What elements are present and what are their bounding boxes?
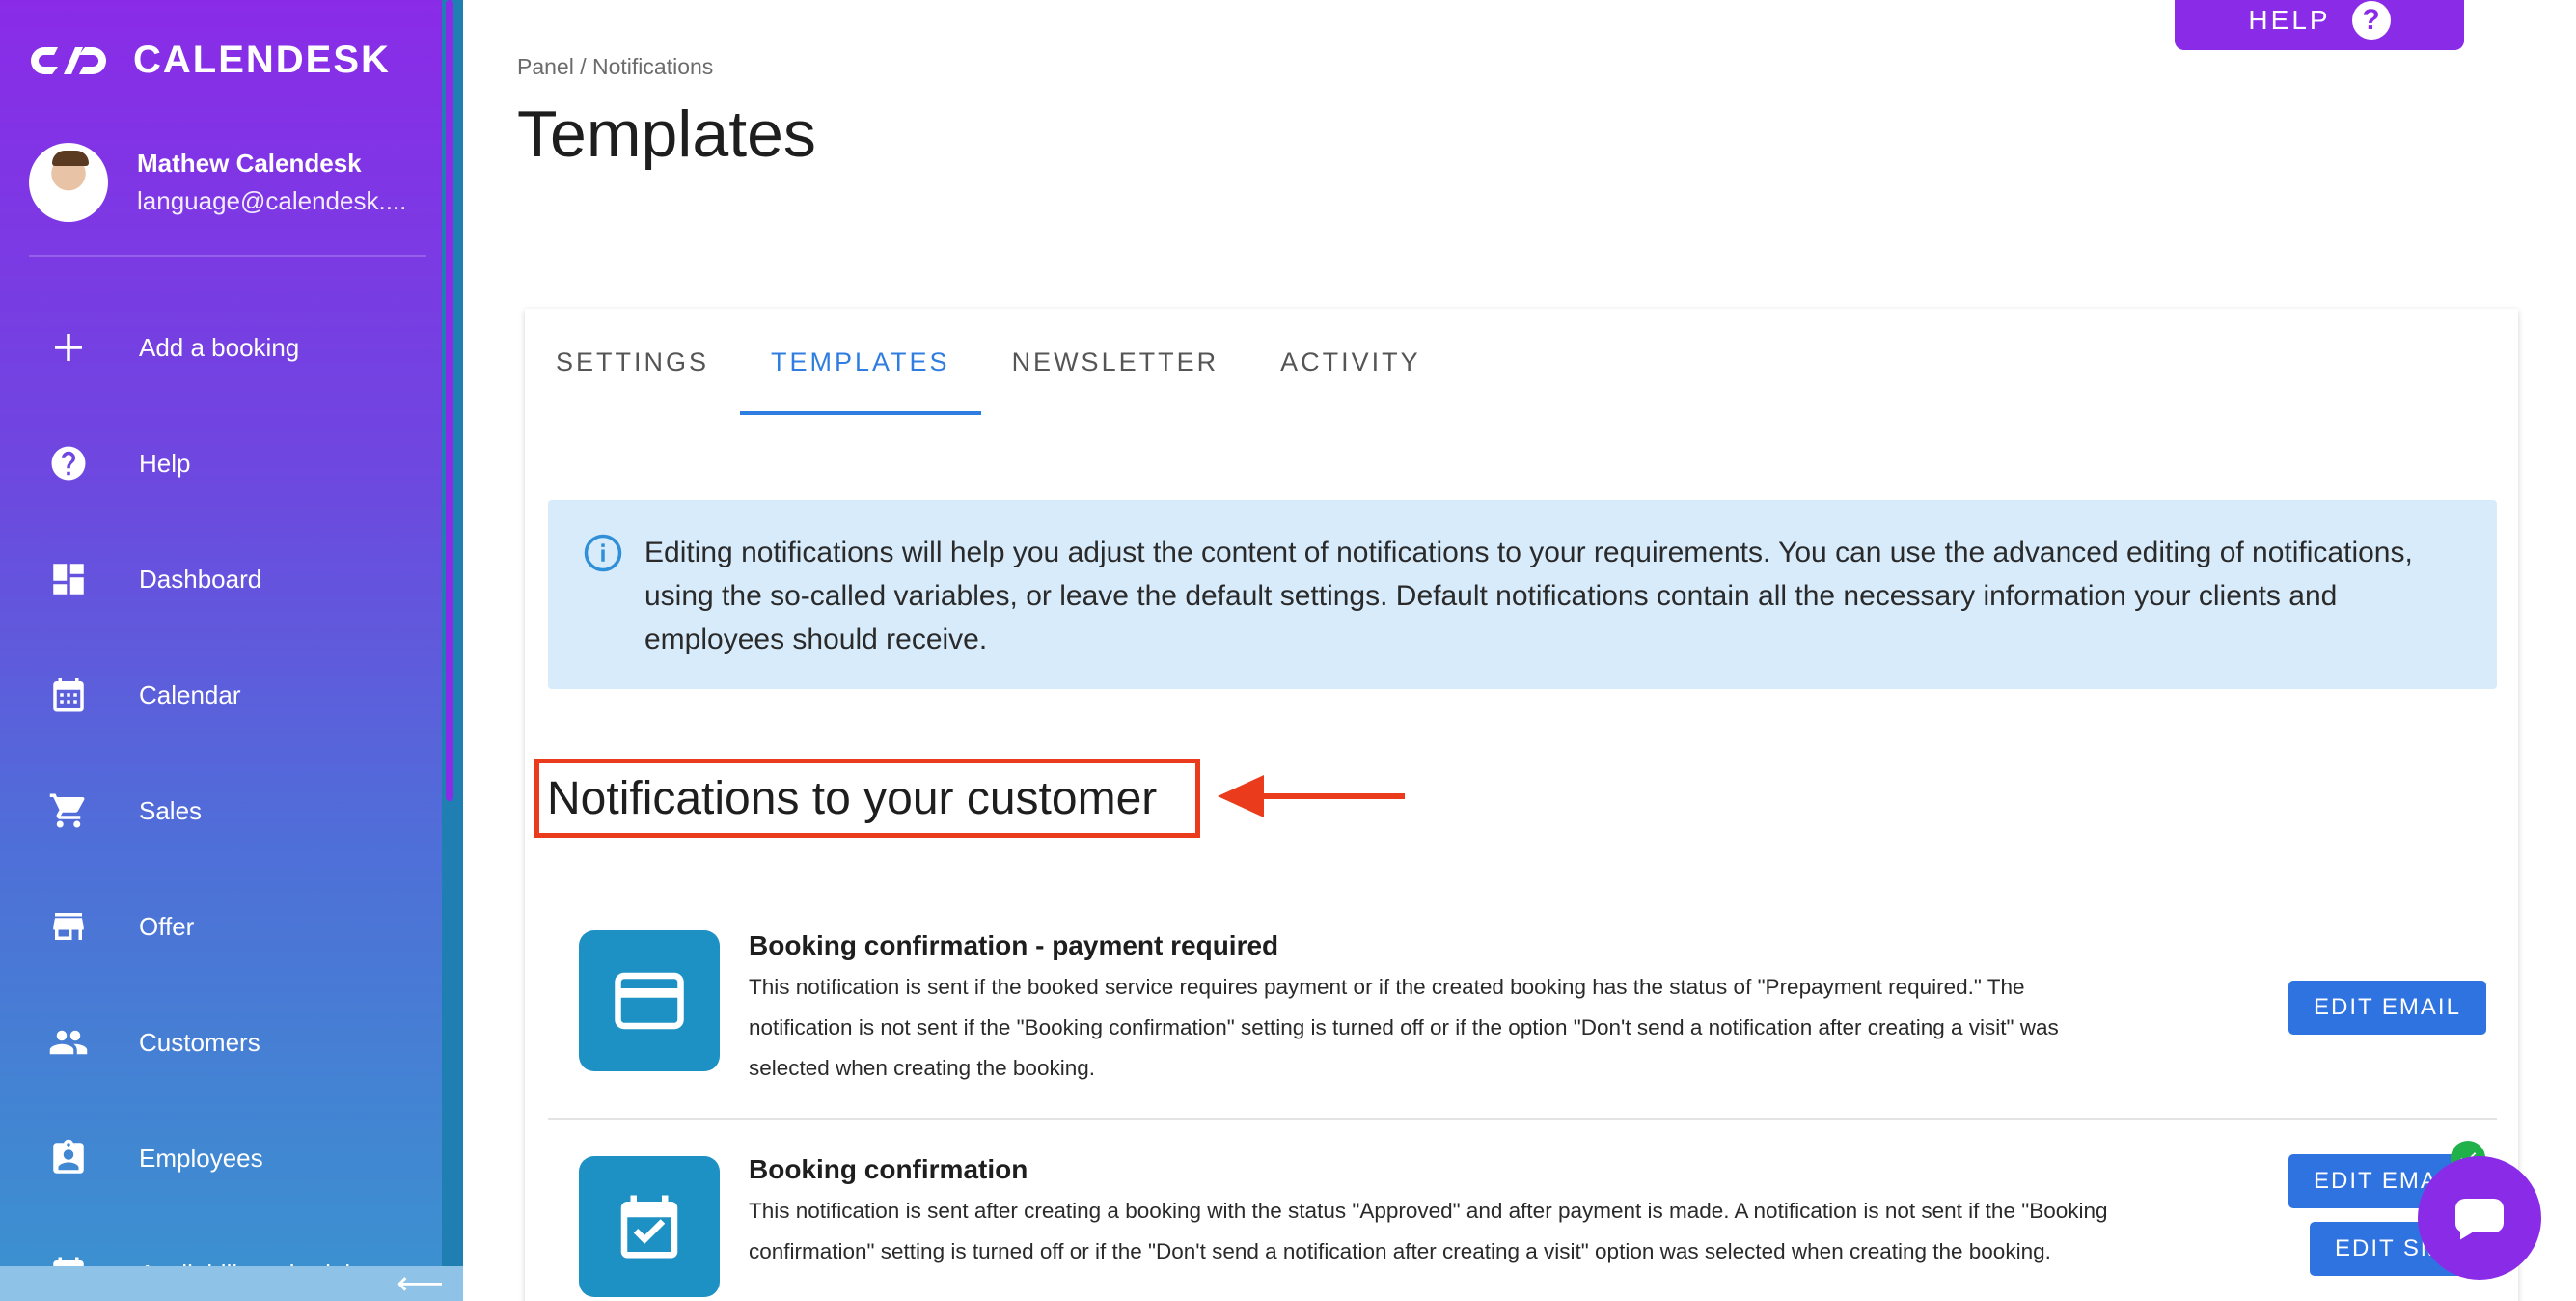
calendesk-logo-icon [31,46,106,74]
people-icon [46,1020,91,1065]
brand-name: CALENDESK [133,39,391,81]
sidebar-item-employees[interactable]: Employees [0,1100,442,1216]
notification-title: Booking confirmation [749,1154,1028,1184]
help-circle-icon [46,441,91,485]
help-button-label: HELP [2248,5,2331,35]
sidebar-item-label: Calendar [139,679,241,709]
help-button[interactable]: HELP ? [2175,0,2464,50]
info-icon [584,534,622,572]
sidebar-item-label: Sales [139,795,203,825]
sidebar-collapse-button[interactable]: ⟵ [0,1266,463,1301]
sidebar-item-label: Customers [139,1027,260,1057]
sidebar-item-label: Help [139,448,191,478]
arrow-left-icon: ⟵ [397,1265,444,1301]
calendar-check-icon [579,1156,720,1297]
cart-icon [46,789,91,833]
badge-icon [46,1136,91,1180]
edit-email-button[interactable]: EDIT EMAIL [2288,981,2486,1035]
avatar [29,143,108,222]
store-icon [46,904,91,949]
sidebar: CALENDESK Mathew Calendesk language@cale… [0,0,442,1301]
sidebar-item-add-booking[interactable]: Add a booking [0,290,442,405]
info-alert: Editing notifications will help you adju… [548,500,2497,689]
sidebar-item-offer[interactable]: Offer [0,869,442,984]
sidebar-nav: Add a booking Help Dashboard Calendar Sa… [0,290,442,1301]
sidebar-item-dashboard[interactable]: Dashboard [0,521,442,637]
sidebar-scroll-thumb[interactable] [446,0,453,801]
tab-activity[interactable]: ACTIVITY [1249,309,1452,415]
user-email: language@calendesk.... [137,186,407,215]
section-heading-text: Notifications to your customer [547,772,1158,824]
user-profile[interactable]: Mathew Calendesk language@calendesk.... [29,143,406,222]
section-heading: Notifications to your customer [534,759,1200,838]
question-icon: ? [2351,1,2391,40]
user-name: Mathew Calendesk [137,149,362,178]
sidebar-item-label: Add a booking [139,332,300,362]
tab-bar: SETTINGS TEMPLATES NEWSLETTER ACTIVITY [525,309,1452,415]
notification-description: This notification is sent after creating… [749,1199,2108,1263]
tab-templates[interactable]: TEMPLATES [740,309,981,415]
plus-icon [46,325,91,370]
calendar-icon [46,673,91,717]
sidebar-item-label: Offer [139,911,195,941]
sidebar-item-sales[interactable]: Sales [0,753,442,869]
sidebar-item-customers[interactable]: Customers [0,984,442,1100]
list-item: Booking confirmation - payment required … [548,896,2497,1120]
list-item: Booking confirmation This notification i… [548,1121,2497,1301]
sidebar-divider [29,255,426,257]
annotation-arrow-icon [1218,775,1405,817]
tab-newsletter[interactable]: NEWSLETTER [981,309,1250,415]
brand-logo[interactable]: CALENDESK [29,39,391,82]
sidebar-item-help[interactable]: Help [0,405,442,521]
page-title: Templates [517,97,816,171]
breadcrumb: Panel / Notifications [517,54,714,79]
sidebar-item-label: Employees [139,1143,263,1173]
sidebar-item-calendar[interactable]: Calendar [0,637,442,753]
chat-bubble-icon [2454,1199,2504,1240]
dashboard-icon [46,557,91,601]
notification-title: Booking confirmation - payment required [749,930,1279,960]
sidebar-item-label: Dashboard [139,564,262,594]
notifications-card: SETTINGS TEMPLATES NEWSLETTER ACTIVITY E… [525,309,2518,1301]
info-text: Editing notifications will help you adju… [644,537,2413,655]
tab-settings[interactable]: SETTINGS [525,309,740,415]
chat-button[interactable] [2418,1156,2541,1280]
notification-description: This notification is sent if the booked … [749,975,2059,1080]
credit-card-icon [579,930,720,1071]
